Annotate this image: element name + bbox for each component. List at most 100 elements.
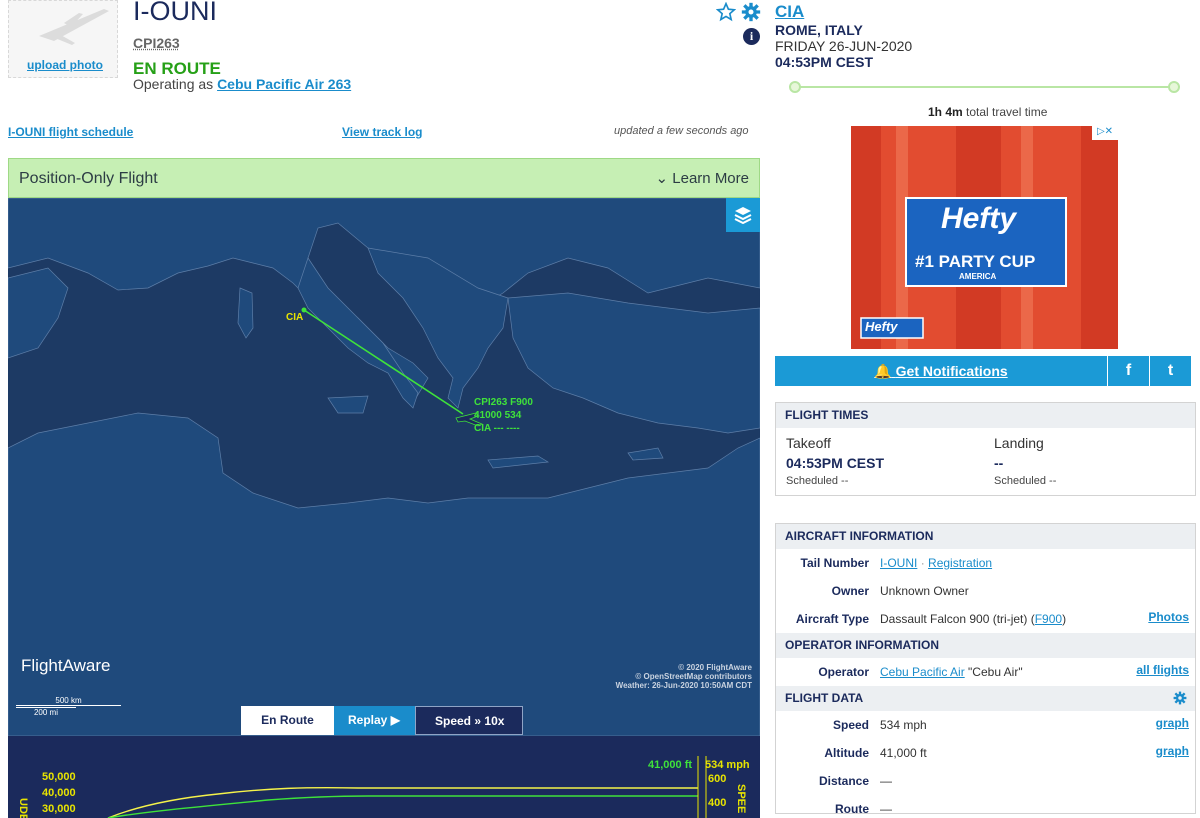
alt-tick-50000: 50,000	[42, 771, 76, 783]
registration-link[interactable]: Registration	[928, 556, 992, 570]
land-turkey	[507, 292, 760, 434]
operator-alias: "Cebu Air"	[968, 665, 1023, 679]
layers-button[interactable]	[726, 198, 760, 232]
operator-value: Cebu Pacific Air "Cebu Air"	[880, 665, 1023, 679]
altitude-value: 41,000 ft	[880, 746, 927, 760]
credit-flightaware: © 2020 FlightAware	[678, 663, 752, 672]
aircraft-type-code-link[interactable]: F900	[1035, 612, 1062, 626]
map-controls: En Route Replay ▶ Speed » 10x	[241, 706, 523, 735]
get-notifications-button[interactable]: 🔔 Get Notifications	[775, 356, 1107, 386]
layers-icon	[734, 207, 752, 225]
ad-brand: Hefty	[941, 202, 1017, 235]
altitude-graph-link[interactable]: graph	[1156, 744, 1189, 758]
facebook-button[interactable]: f	[1107, 356, 1149, 386]
travel-time: 1h 4m total travel time	[928, 105, 1047, 119]
learn-more-toggle[interactable]: ⌄ Learn More	[656, 169, 749, 187]
operating-prefix: Operating as	[133, 76, 214, 92]
flight-map[interactable]: CIA CPI263 F900 41000 534 CIA --- ---- ©…	[8, 198, 760, 736]
operator-info-header: OPERATOR INFORMATION	[776, 633, 1195, 658]
altitude-speed-chart: UDE (ft) 50,000 40,000 30,000 41,000 ft …	[8, 736, 760, 818]
tail-number-row: Tail Number I-OUNI · Registration	[776, 549, 1195, 577]
all-flights-link[interactable]: all flights	[1136, 663, 1189, 677]
alt-tick-30000: 30,000	[42, 803, 76, 815]
chevron-down-icon: ⌄	[655, 170, 669, 187]
scale-km: 500 km	[16, 696, 121, 706]
upload-photo-link[interactable]: upload photo	[27, 58, 103, 72]
tail-number-label: Tail Number	[800, 556, 869, 570]
map-scale: 500 km 200 mi	[16, 696, 121, 717]
replay-button[interactable]: Replay ▶	[334, 706, 415, 735]
speed-button[interactable]: Speed » 10x	[415, 706, 523, 735]
speed-graph-link[interactable]: graph	[1156, 716, 1189, 730]
info-icon[interactable]: i	[743, 28, 760, 45]
altitude-line	[107, 795, 698, 818]
ad-tagline: #1 PARTY CUP	[915, 252, 1036, 271]
details-panel: AIRCRAFT INFORMATION Tail Number I-OUNI …	[775, 523, 1196, 816]
operator-row: Operator Cebu Pacific Air "Cebu Air" all…	[776, 658, 1195, 686]
track-log-link[interactable]: View track log	[342, 125, 422, 139]
facebook-icon: f	[1125, 362, 1132, 379]
speed-label: Speed	[435, 714, 472, 728]
route-row: Route —	[776, 795, 1195, 818]
land-iberia	[8, 267, 69, 359]
ad-choices-icon[interactable]: ▷✕	[1092, 126, 1118, 140]
destination-code-link[interactable]: CIA	[775, 2, 804, 22]
credit-osm: © OpenStreetMap contributors	[635, 672, 752, 681]
distance-row: Distance —	[776, 767, 1195, 795]
aircraft-photo-placeholder: upload photo	[8, 0, 118, 78]
origin-label: CIA	[286, 312, 303, 323]
aircraft-type-text: Dassault Falcon 900 (tri-jet) (	[880, 612, 1035, 626]
altitude-axis-label: UDE (ft)	[17, 798, 29, 818]
twitter-button[interactable]: t	[1149, 356, 1191, 386]
altitude-chart-canvas: UDE (ft) 50,000 40,000 30,000 41,000 ft …	[17, 756, 750, 818]
operator-link[interactable]: Cebu Pacific Air	[880, 665, 965, 679]
flightaware-logo-text: FlightAware	[21, 656, 111, 675]
tail-number-link[interactable]: I-OUNI	[880, 556, 917, 570]
takeoff-scheduled: Scheduled --	[786, 475, 849, 487]
credit-weather: Weather: 26-Jun-2020 10:50AM CDT	[615, 681, 752, 690]
progress-track	[795, 86, 1175, 88]
aircraft-type-value: Dassault Falcon 900 (tri-jet) (F900)	[880, 612, 1066, 626]
takeoff-time: 04:53PM CEST	[786, 455, 885, 471]
gear-icon[interactable]	[741, 2, 761, 22]
position-only-banner: Position-Only Flight ⌄ Learn More	[8, 158, 760, 198]
speed-value: 534 mph	[880, 718, 927, 732]
flight-schedule-link[interactable]: I-OUNI flight schedule	[8, 125, 133, 139]
speed-line	[107, 786, 698, 818]
speed-label: Speed	[832, 718, 869, 732]
distance-value: —	[880, 774, 892, 788]
map-credits: © 2020 FlightAware © OpenStreetMap contr…	[616, 663, 752, 690]
progress-end-dot	[1168, 81, 1180, 93]
star-icon[interactable]	[716, 2, 736, 22]
fast-forward-icon: »	[474, 714, 482, 728]
operating-as: Operating as Cebu Pacific Air 263	[133, 76, 351, 92]
replay-label: Replay	[348, 713, 388, 727]
ad-artwork	[851, 126, 1118, 349]
route-value: —	[880, 802, 892, 816]
aircraft-type-close: )	[1062, 612, 1067, 626]
distance-label: Distance	[818, 774, 869, 788]
settings-gear-icon[interactable]	[1173, 691, 1187, 705]
updated-text: updated a few seconds ago	[614, 125, 749, 137]
landing-scheduled: Scheduled --	[994, 475, 1057, 487]
bell-icon: 🔔	[874, 363, 892, 379]
aircraft-type-label: Aircraft Type	[795, 612, 869, 626]
get-notifications-label: Get Notifications	[895, 363, 1008, 379]
current-altitude-label: 41,000 ft	[648, 759, 692, 771]
progress-start-dot	[789, 81, 801, 93]
route-label: Route	[835, 802, 869, 816]
flight-ident[interactable]: CPI263	[133, 35, 180, 51]
airplane-icon	[39, 9, 109, 45]
photos-link[interactable]: Photos	[1148, 610, 1189, 624]
learn-more-label: Learn More	[672, 170, 749, 187]
en-route-button[interactable]: En Route	[241, 706, 334, 735]
aircraft-label-line3: CIA --- ----	[474, 423, 520, 434]
advertisement[interactable]: Hefty #1 PARTY CUP AMERICA Hefty ▷✕	[851, 126, 1118, 349]
landing-label: Landing	[994, 435, 1044, 451]
twitter-icon: t	[1167, 362, 1174, 379]
current-speed-label: 534 mph	[705, 759, 750, 771]
land-crete	[487, 455, 550, 469]
map-canvas: CIA CPI263 F900 41000 534 CIA --- ----	[8, 198, 760, 736]
operating-flight-link[interactable]: Cebu Pacific Air 263	[217, 76, 351, 92]
aircraft-type-row: Aircraft Type Dassault Falcon 900 (tri-j…	[776, 605, 1195, 633]
